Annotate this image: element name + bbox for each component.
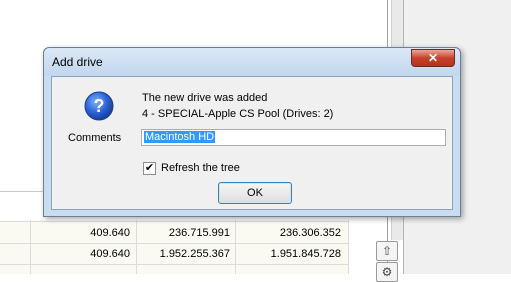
table-cell: 1.952.255.367: [159, 248, 230, 260]
dialog-title-bar[interactable]: Add drive ✕: [44, 48, 460, 76]
background-divider: [0, 191, 43, 192]
settings-button[interactable]: ⚙: [376, 262, 398, 282]
question-icon: ?: [84, 91, 114, 121]
table-cell: 236.715.991: [168, 227, 230, 239]
checkmark-icon: ✔: [144, 162, 155, 174]
table-cell: 409.640: [90, 248, 130, 260]
table-col-divider: [348, 220, 349, 274]
svg-text:?: ?: [94, 96, 105, 116]
comments-input-value: Macintosh HD: [144, 131, 216, 143]
table-cell: 236.306.352: [279, 227, 341, 239]
refresh-tree-label[interactable]: Refresh the tree: [161, 162, 240, 174]
comments-input[interactable]: Macintosh HD: [141, 129, 446, 146]
dialog-title: Add drive: [52, 55, 103, 69]
gear-icon: ⚙: [381, 265, 393, 279]
table-cell: 409.640: [90, 227, 130, 239]
table-row-divider: [0, 221, 348, 222]
table-cell: 1.951.845.728: [270, 248, 341, 260]
dialog-body: ? The new drive was added 4 - SPECIAL-Ap…: [51, 76, 453, 210]
table-row-divider: [0, 264, 348, 265]
up-arrow-button[interactable]: ⇧: [376, 241, 398, 261]
close-icon: ✕: [427, 51, 439, 65]
ok-button[interactable]: OK: [218, 182, 292, 204]
message-line-1: The new drive was added: [142, 92, 268, 104]
add-drive-dialog: Add drive ✕ ? The new drive was added 4 …: [43, 47, 461, 217]
refresh-tree-checkbox[interactable]: ✔: [143, 162, 156, 175]
message-line-2: 4 - SPECIAL-Apple CS Pool (Drives: 2): [142, 108, 334, 120]
up-arrow-icon: ⇧: [381, 244, 393, 258]
comments-label: Comments: [68, 132, 122, 144]
close-button[interactable]: ✕: [411, 49, 455, 67]
